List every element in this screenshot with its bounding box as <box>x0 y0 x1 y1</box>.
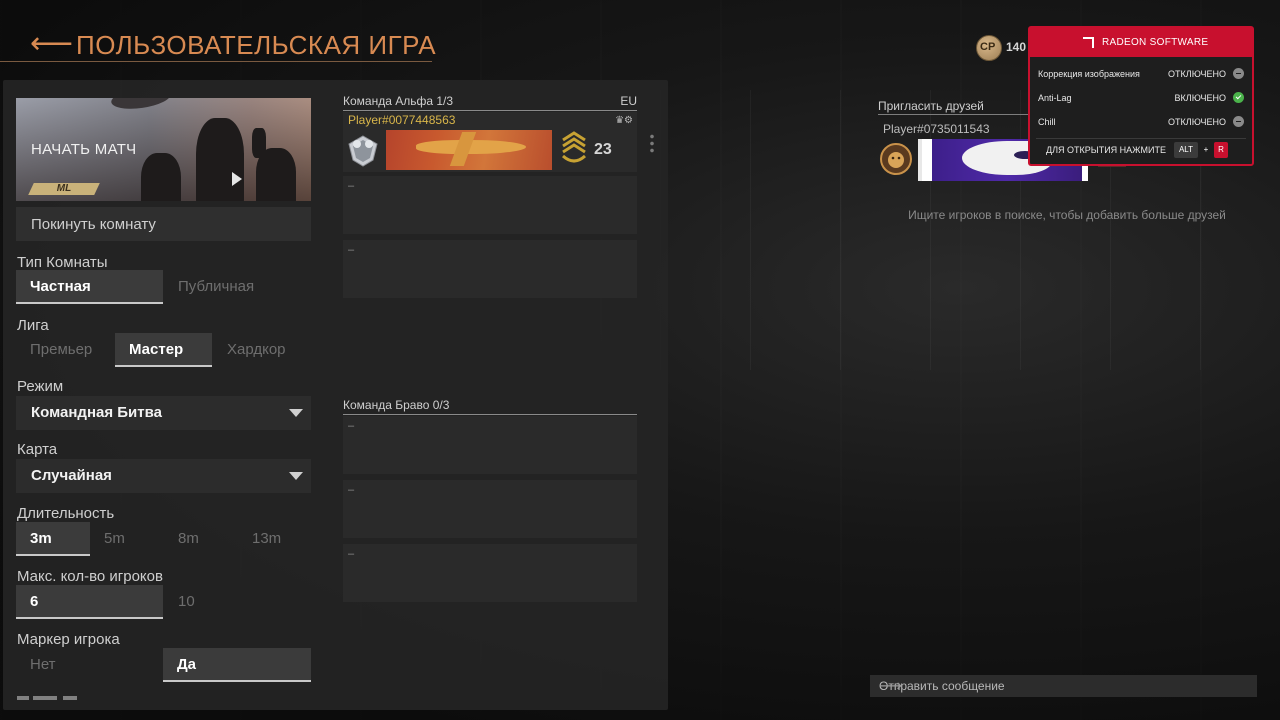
player-marker-label: Маркер игрока <box>17 631 120 648</box>
room-type-private-option[interactable]: Частная <box>16 270 163 304</box>
player-name: Player#0077448563 <box>348 113 456 127</box>
alt-key: ALT <box>1174 142 1198 158</box>
more-options-icon[interactable] <box>650 133 654 153</box>
team-alpha-empty-slot[interactable]: – <box>343 240 637 298</box>
party-leader-steam-icon: ♛⚙ <box>615 115 633 126</box>
cod-points-icon: CP <box>976 35 1002 61</box>
r-key: R <box>1214 142 1228 158</box>
soldier-silhouette <box>196 118 244 201</box>
league-hardcore-option[interactable]: Хардкор <box>213 333 311 367</box>
radeon-row-key: Chill <box>1038 117 1056 127</box>
duration-label: Длительность <box>17 505 115 522</box>
team-alpha-header: Команда Альфа 1/3 EU <box>343 94 637 111</box>
max-players-10-option[interactable]: 10 <box>164 585 311 619</box>
room-type-public-option[interactable]: Публичная <box>164 270 311 304</box>
team-alpha-title: Команда Альфа 1/3 <box>343 94 454 108</box>
player-emblem-icon <box>348 135 378 167</box>
player-marker-yes-option[interactable]: Да <box>163 648 311 682</box>
send-arrow-icon[interactable]: ⟶ <box>879 676 1249 696</box>
empty-slot-dash: – <box>348 548 355 560</box>
duration-13m-option[interactable]: 13m <box>238 522 311 556</box>
map-value: Случайная <box>31 467 112 484</box>
league-label: Лига <box>17 317 49 334</box>
map-label: Карта <box>17 441 58 458</box>
leave-room-label: Покинуть комнату <box>31 216 156 233</box>
player-rank: 23 <box>594 141 612 158</box>
team-bravo-empty-slot[interactable]: – <box>343 416 637 474</box>
player-marker-no-option[interactable]: Нет <box>16 648 163 682</box>
team-bravo-empty-slot[interactable]: – <box>343 480 637 538</box>
amd-logo-icon <box>1083 37 1094 48</box>
mode-dropdown[interactable]: Командная Битва <box>16 396 311 430</box>
radeon-row-value: ОТКЛЮЧЕНО <box>1168 117 1226 127</box>
game-logo-text: ML <box>56 183 72 194</box>
radeon-row-value: ОТКЛЮЧЕНО <box>1168 69 1226 79</box>
player-calling-card <box>386 130 552 170</box>
friend-name[interactable]: Player#0735011543 <box>883 122 990 136</box>
chevron-down-icon <box>289 472 303 480</box>
empty-slot-dash: – <box>348 244 355 256</box>
mouse-cursor-icon <box>232 172 242 186</box>
duration-3m-option[interactable]: 3m <box>16 522 90 556</box>
radeon-title: RADEON SOFTWARE <box>1102 37 1209 48</box>
duration-8m-option[interactable]: 8m <box>164 522 238 556</box>
empty-slot-dash: – <box>348 420 355 432</box>
next-setting-label-cropped <box>17 693 137 701</box>
invite-friends-title: Пригласить друзей <box>878 99 984 113</box>
page-title: ПОЛЬЗОВАТЕЛЬСКАЯ ИГРА <box>76 30 437 60</box>
lion-emblem-icon <box>880 143 912 175</box>
region-label: EU <box>620 94 637 108</box>
status-off-icon <box>1233 68 1244 79</box>
radeon-row-key: Коррекция изображения <box>1038 69 1140 79</box>
empty-slot-dash: – <box>348 180 355 192</box>
chevron-down-icon <box>289 409 303 417</box>
team-alpha-empty-slot[interactable]: – <box>343 176 637 234</box>
map-dropdown[interactable]: Случайная <box>16 459 311 493</box>
header-divider <box>0 61 432 62</box>
radeon-divider <box>1036 138 1246 139</box>
league-master-option[interactable]: Мастер <box>115 333 212 367</box>
radeon-row-key: Anti-Lag <box>1038 93 1072 103</box>
empty-slot-dash: – <box>348 484 355 496</box>
team-alpha-player-slot[interactable]: Player#0077448563 ♛⚙ 23 <box>343 112 637 172</box>
radeon-header: RADEON SOFTWARE <box>1030 28 1252 57</box>
team-bravo-title: Команда Браво 0/3 <box>343 398 450 412</box>
rank-chevron-icon <box>561 131 587 163</box>
plus-sign: + <box>1203 145 1209 154</box>
mode-label: Режим <box>17 378 64 395</box>
radeon-overlay: RADEON SOFTWARE Коррекция изображения ОТ… <box>1028 26 1254 166</box>
max-players-label: Макс. кол-во игроков <box>17 568 163 585</box>
duration-5m-option[interactable]: 5m <box>90 522 164 556</box>
mode-value: Командная Битва <box>31 404 162 421</box>
max-players-6-option[interactable]: 6 <box>16 585 163 619</box>
team-bravo-header: Команда Браво 0/3 <box>343 398 637 415</box>
room-type-label: Тип Комнаты <box>17 254 108 271</box>
team-bravo-empty-slot[interactable]: – <box>343 544 637 602</box>
soldier-silhouette-3 <box>256 148 296 201</box>
back-arrow-icon[interactable]: ⟵ <box>30 29 73 59</box>
radeon-row-value: ВКЛЮЧЕНО <box>1174 93 1226 103</box>
status-off-icon <box>1233 116 1244 127</box>
cod-points-value: 140 <box>1006 40 1027 54</box>
friends-search-hint: Ищите игроков в поиске, чтобы добавить б… <box>908 208 1226 222</box>
soldier-silhouette-2 <box>141 153 181 201</box>
start-match-label[interactable]: НАЧАТЬ МАТЧ <box>31 141 136 158</box>
league-premier-option[interactable]: Премьер <box>16 333 114 367</box>
send-message-input[interactable]: Отправить сообщение ⟶ <box>870 675 1257 697</box>
radeon-open-hint: ДЛЯ ОТКРЫТИЯ НАЖМИТЕ <box>1046 145 1166 155</box>
leave-room-button[interactable]: Покинуть комнату <box>16 207 311 241</box>
cod-points-icon-text: CP <box>980 41 996 53</box>
status-on-icon <box>1233 92 1244 103</box>
game-logo-icon: ML <box>28 183 100 195</box>
page-header: ⟵ ПОЛЬЗОВАТЕЛЬСКАЯ ИГРА <box>0 28 440 62</box>
